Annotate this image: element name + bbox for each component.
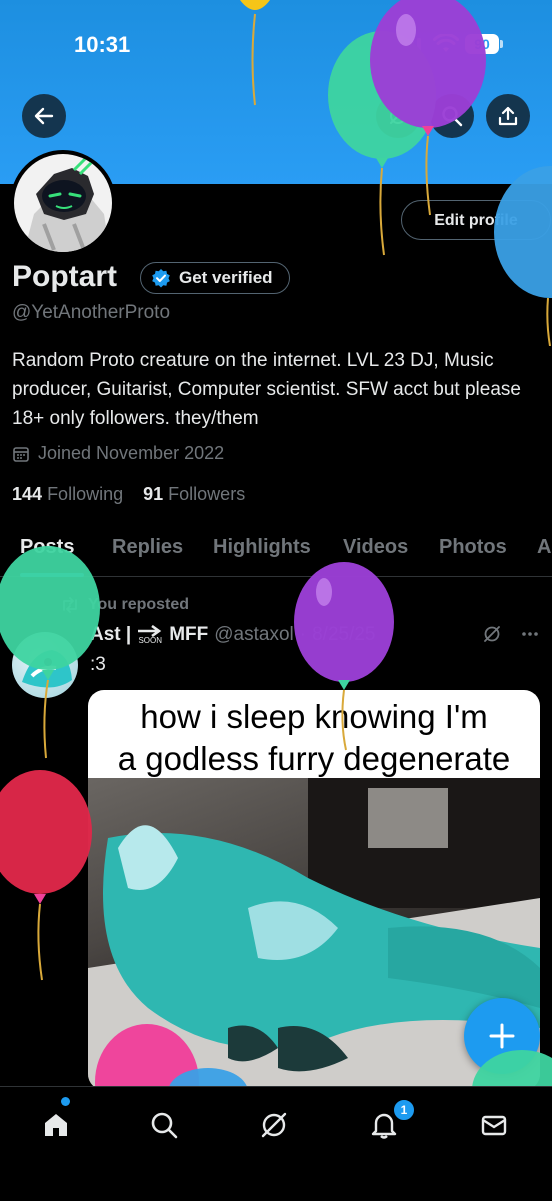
nav-grok[interactable]: [254, 1105, 294, 1145]
post-actions: [482, 624, 540, 644]
status-bar: 10:31 90: [0, 0, 552, 90]
joined-label: Joined November 2022: [38, 443, 225, 463]
calendar-icon: [13, 446, 29, 462]
share-button[interactable]: [486, 94, 530, 138]
more-options-icon[interactable]: [520, 624, 540, 644]
get-verified-button[interactable]: Get verified: [140, 262, 290, 294]
grok-post-icon[interactable]: [482, 624, 502, 644]
profile-name: Poptart: [12, 260, 117, 293]
notifications-badge: 1: [392, 1098, 416, 1122]
tab-videos[interactable]: Videos: [343, 536, 408, 559]
status-time: 10:31: [74, 32, 131, 57]
tab-posts[interactable]: Posts: [20, 536, 74, 559]
profile-avatar[interactable]: [10, 150, 116, 256]
following-link[interactable]: 144 Following: [12, 484, 123, 504]
search-icon: [442, 106, 463, 127]
post-author-name[interactable]: Ast |: [90, 624, 131, 646]
profile-handle: @YetAnotherProto: [12, 302, 171, 323]
cellular-signal-icon: [396, 38, 421, 53]
post-author-suffix: MFF: [169, 624, 209, 645]
grok-nav-icon: [261, 1112, 287, 1138]
share-icon: [498, 106, 518, 126]
wifi-icon: [433, 34, 459, 52]
follow-stats: 144 Following 91 Followers: [12, 484, 245, 505]
post-date: 8/25/25: [312, 624, 376, 645]
tab-replies[interactable]: Replies: [112, 536, 183, 559]
bottom-navigation: [0, 1086, 552, 1201]
repost-indicator: You reposted: [60, 596, 189, 614]
edit-profile-button[interactable]: Edit profile: [401, 200, 551, 240]
joined-date: Joined November 2022: [12, 443, 224, 464]
back-arrow-icon: [34, 107, 54, 125]
battery-tip: [500, 40, 503, 48]
tab-highlights[interactable]: Highlights: [213, 536, 311, 559]
followers-label: Followers: [168, 484, 246, 504]
nav-search[interactable]: [144, 1105, 184, 1145]
search-button[interactable]: [430, 94, 474, 138]
repost-label: You reposted: [88, 596, 190, 613]
profile-tabs: Posts Replies Highlights Videos Photos A: [0, 530, 552, 577]
media-caption-line1: how i sleep knowing I'm: [140, 698, 488, 735]
mail-icon: [481, 1115, 507, 1136]
back-button[interactable]: [22, 94, 66, 138]
active-tab-indicator: [20, 573, 84, 577]
balloon-red-left: [0, 770, 92, 981]
tab-photos[interactable]: Photos: [439, 536, 507, 559]
verified-badge-icon: [152, 269, 170, 288]
home-icon: [45, 1114, 67, 1136]
following-count: 144: [12, 484, 43, 504]
media-caption: how i sleep knowing I'm a godless furry …: [88, 696, 540, 780]
profile-bio: Random Proto creature on the internet. L…: [12, 350, 521, 429]
soon-arrow-icon: SOON: [137, 625, 163, 645]
post-separator: ·: [299, 624, 307, 645]
balloon-blue-right: [494, 166, 552, 346]
post-avatar-image: [22, 650, 72, 688]
grok-button[interactable]: [376, 94, 420, 138]
repost-icon: [63, 597, 77, 613]
plus-icon: [489, 1023, 515, 1049]
followers-link[interactable]: 91 Followers: [143, 484, 245, 504]
followers-count: 91: [143, 484, 164, 504]
post-author-avatar[interactable]: [12, 632, 78, 698]
search-nav-icon: [151, 1112, 178, 1139]
post-author-handle[interactable]: @astaxol: [214, 624, 294, 646]
avatar-image: [14, 154, 112, 252]
following-label: Following: [47, 484, 124, 504]
nav-messages[interactable]: [474, 1105, 514, 1145]
home-new-indicator: [61, 1097, 70, 1106]
nav-home[interactable]: [36, 1105, 76, 1145]
get-verified-label: Get verified: [179, 268, 273, 287]
grok-icon: [390, 108, 406, 124]
media-caption-line2: a godless furry degenerate: [117, 740, 511, 777]
soon-label: SOON: [138, 636, 162, 645]
post-header: Ast | SOON MFF @astaxol · 8/25/25: [90, 624, 376, 646]
compose-post-button[interactable]: [464, 998, 540, 1074]
tab-articles[interactable]: A: [537, 536, 551, 559]
battery-indicator: 90: [465, 34, 499, 54]
post-text: :3: [90, 654, 106, 675]
